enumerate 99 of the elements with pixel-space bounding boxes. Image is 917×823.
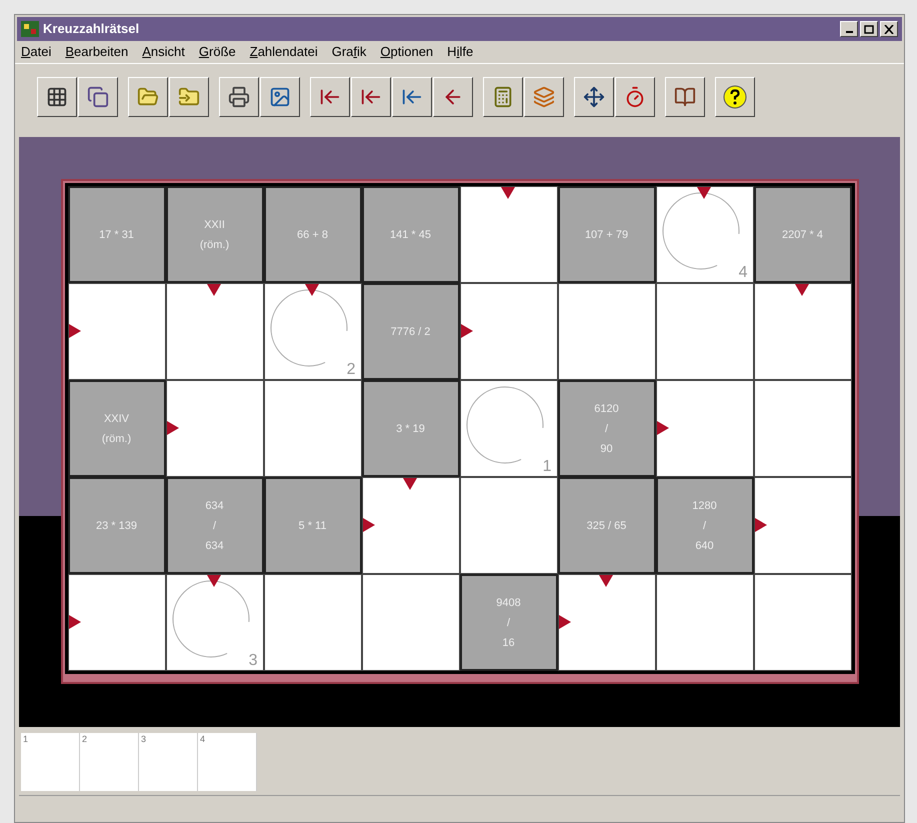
answer-cell[interactable] [754, 380, 852, 477]
clue-text: 634 [205, 498, 224, 514]
clue-text: (röm.) [200, 238, 230, 252]
help-icon [723, 84, 747, 108]
toolbar-button[interactable] [128, 76, 168, 116]
answer-cell[interactable] [460, 283, 558, 380]
answer-cell[interactable] [68, 574, 166, 671]
toolbar-button[interactable] [392, 76, 432, 116]
clue-text: 634 [205, 538, 224, 554]
clue-text: (röm.) [102, 432, 132, 446]
answer-cell[interactable] [362, 574, 460, 671]
minimize-button[interactable] [840, 21, 858, 37]
clue-text: 9408 [496, 596, 521, 610]
toolbar-button[interactable] [219, 76, 259, 116]
toolbar-button[interactable] [260, 76, 300, 116]
maximize-button[interactable] [860, 21, 878, 37]
grid-icon [46, 86, 68, 108]
answer-cell[interactable] [264, 380, 362, 477]
toolbar-button[interactable] [615, 76, 655, 116]
toolbar-button[interactable] [78, 76, 118, 116]
clue-text: 5 * 11 [298, 518, 326, 534]
clue-text: / [506, 616, 510, 630]
toolbar-button[interactable] [574, 76, 614, 116]
clue-text: 23 * 139 [96, 518, 137, 534]
maximize-icon [864, 24, 874, 34]
answer-cell[interactable] [754, 574, 852, 671]
clue-text: / [702, 518, 706, 534]
toolbar-button[interactable] [310, 76, 350, 116]
toolbar-button[interactable] [351, 76, 391, 116]
circle-number: 3 [248, 652, 258, 670]
answer-cell[interactable] [362, 477, 460, 574]
clue-text: 107 + 79 [584, 228, 628, 242]
answer-cell[interactable] [656, 574, 754, 671]
menu-item[interactable]: Datei [21, 42, 52, 62]
answer-cell[interactable] [754, 477, 852, 574]
answer-cell[interactable] [558, 574, 656, 671]
clue-text: 3 * 19 [396, 422, 425, 436]
folder-icon [178, 86, 200, 108]
toolbar-button[interactable] [433, 76, 473, 116]
slot-number: 1 [23, 734, 28, 744]
menu-item[interactable]: Zahlendatei [250, 42, 318, 62]
answer-cell[interactable] [656, 380, 754, 477]
close-icon [884, 24, 894, 34]
menu-item[interactable]: Optionen [380, 42, 434, 62]
answer-cell[interactable] [460, 186, 558, 283]
toolbar-button[interactable] [524, 76, 564, 116]
clue-text: 90 [600, 442, 613, 456]
answer-cell[interactable] [166, 380, 264, 477]
help-button[interactable] [715, 76, 755, 116]
clue-text: 1280 [692, 498, 717, 514]
clue-text: XXII [204, 218, 225, 232]
answer-cell[interactable] [68, 283, 166, 380]
minimize-icon [846, 31, 852, 33]
close-button[interactable] [880, 21, 898, 37]
copy-icon [87, 86, 109, 108]
answer-cell[interactable] [754, 283, 852, 380]
toolbar-button[interactable] [169, 76, 209, 116]
clue-text: 16 [502, 636, 515, 650]
layers-icon [533, 86, 555, 108]
answer-cell[interactable] [264, 574, 362, 671]
clue-text: 2207 * 4 [782, 228, 823, 242]
clue-text: / [604, 422, 608, 436]
clue-text: / [212, 518, 216, 534]
clue-text: 141 * 45 [390, 228, 431, 242]
clue-text: 17 * 31 [99, 228, 134, 242]
menu-item[interactable]: Hilfe [447, 42, 474, 62]
toolbar-button[interactable] [37, 76, 77, 116]
toolbar-button[interactable] [483, 76, 523, 116]
slot-number: 4 [200, 734, 206, 744]
clue-text: 640 [695, 538, 714, 554]
book-icon [674, 86, 696, 108]
image-icon [269, 86, 291, 108]
clue-text: 7776 / 2 [390, 324, 430, 340]
window-title: Kreuzzahlrätsel [43, 20, 140, 38]
printer-icon [228, 86, 250, 108]
menu-item[interactable]: Grafik [332, 42, 366, 62]
slot-number: 3 [141, 734, 146, 744]
folder-icon [137, 86, 159, 108]
clue-text: 66 + 8 [297, 228, 328, 242]
slot-number: 2 [82, 734, 88, 744]
app-icon [21, 21, 39, 37]
circle-mark-icon [464, 385, 544, 465]
clue-text: 325 / 65 [586, 518, 626, 534]
clue-text: XXIV [104, 412, 130, 426]
menu-item[interactable]: Bearbeiten [65, 42, 128, 62]
circle-number: 1 [542, 458, 552, 476]
menu-item[interactable]: Ansicht [142, 42, 185, 62]
answer-cell[interactable] [656, 283, 754, 380]
calculator-icon [492, 86, 514, 108]
timer-icon [624, 86, 646, 108]
move-icon [583, 86, 605, 108]
toolbar-button[interactable] [665, 76, 705, 116]
answer-cell[interactable] [166, 283, 264, 380]
answer-cell[interactable] [558, 283, 656, 380]
circle-number: 2 [346, 361, 356, 379]
circle-number: 4 [738, 264, 748, 282]
menu-item[interactable]: Größe [198, 42, 236, 62]
clue-text: 6120 [594, 402, 619, 416]
answer-cell[interactable] [460, 477, 558, 574]
